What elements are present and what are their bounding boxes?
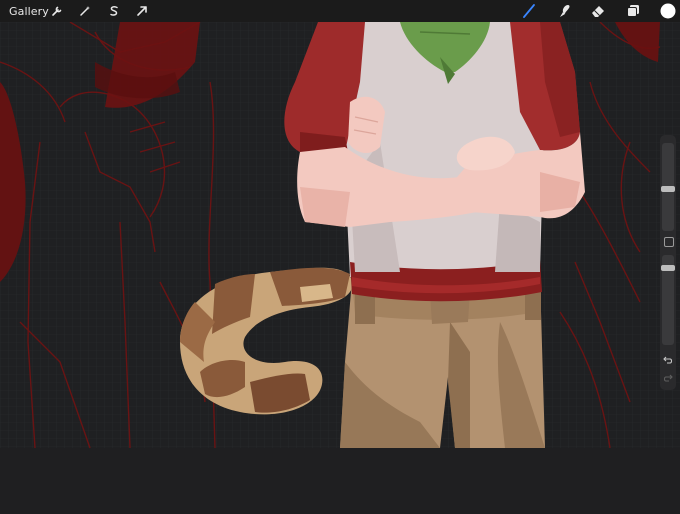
gallery-button[interactable]: Gallery [9, 5, 49, 18]
opacity-knob[interactable] [661, 265, 675, 271]
smudge-icon[interactable] [556, 3, 572, 19]
eraser-icon[interactable] [590, 3, 606, 19]
artwork [0, 21, 680, 510]
brush-size-knob[interactable] [661, 186, 675, 192]
drawing-canvas[interactable] [0, 21, 680, 510]
opacity-slider[interactable] [661, 255, 675, 345]
brush-sidebar [660, 135, 676, 390]
wrench-icon[interactable] [50, 4, 64, 18]
transform-arrow-icon[interactable] [135, 4, 149, 18]
modify-button[interactable] [664, 237, 674, 247]
undo-icon[interactable] [663, 355, 673, 365]
color-swatch-icon[interactable] [659, 2, 677, 20]
layers-icon[interactable] [625, 3, 641, 19]
top-toolbar: Gallery [0, 0, 680, 22]
magic-wand-icon[interactable] [78, 4, 92, 18]
selection-icon[interactable] [107, 4, 121, 18]
brush-icon[interactable] [521, 3, 537, 19]
pants [340, 277, 545, 448]
redo-icon[interactable] [663, 373, 673, 383]
brush-size-slider[interactable] [661, 143, 675, 231]
